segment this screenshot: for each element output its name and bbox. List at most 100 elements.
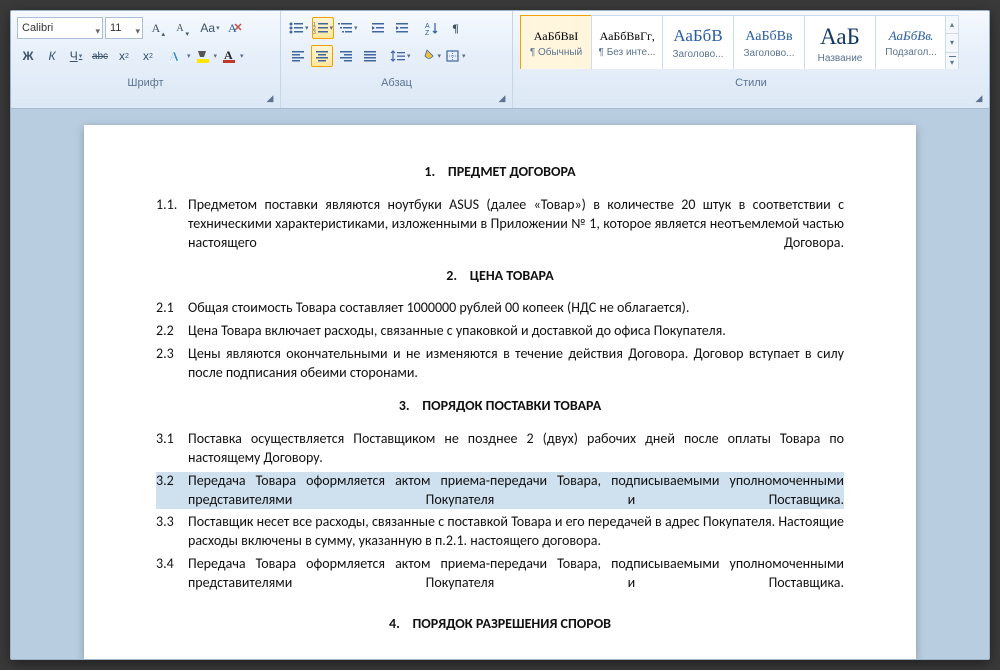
clause-3-3: 3.3Поставщик несет все расходы, связанны… [156,513,844,551]
italic-label: К [48,49,55,63]
align-center-button[interactable] [311,45,333,67]
font-size-combo[interactable]: 11 ▾ [105,17,143,39]
italic-button[interactable]: К [41,45,63,67]
font-name-value: Calibri [22,22,53,34]
clause-2-2: 2.2Цена Товара включает расходы, связанн… [156,322,844,341]
clause-num: 3.2 [156,472,188,510]
clause-text: Цены являются окончательными и не изменя… [188,345,844,383]
app-window: Calibri ▾ 11 ▾ A▴ A▾ Aa▾ A Ж К Ч▾ ab [10,10,990,660]
svg-text:A: A [425,23,430,30]
font-section-label: Шрифт [17,74,274,96]
gallery-more-button[interactable]: ▾ [946,53,958,70]
style-preview: АаБбВв. [889,28,933,44]
ribbon-section-paragraph: ▾ 123▾ ▾ AZ ¶ [281,11,513,108]
font-dialog-launcher[interactable]: ◢ [263,91,277,105]
change-case-button[interactable]: Aa▾ [199,17,221,39]
style-label: Название [818,53,863,64]
para-dialog-launcher[interactable]: ◢ [495,91,509,105]
show-marks-button[interactable]: ¶ [445,17,467,39]
style-label: Подзагол... [885,47,936,58]
underline-label: Ч [70,49,78,63]
clause-3-1: 3.1Поставка осуществляется Поставщиком н… [156,430,844,468]
clear-format-button[interactable]: A [223,17,245,39]
style-item-4[interactable]: АаБ Название [804,15,876,70]
clause-text: Общая стоимость Товара составляет 100000… [188,299,844,318]
clause-1-1: 1.1. Предметом поставки являются ноутбук… [156,196,844,253]
bold-button[interactable]: Ж [17,45,39,67]
strike-label: abc [92,51,108,62]
indent-button[interactable] [391,17,413,39]
align-right-button[interactable] [335,45,357,67]
heading-3: 3. ПОРЯДОК ПОСТАВКИ ТОВАРА [156,397,844,416]
chevron-down-icon: ▾ [135,21,140,41]
heading-text: ПРЕДМЕТ ДОГОВОРА [448,163,576,180]
text-effects-button[interactable]: A▾ [167,45,192,67]
chevron-down-icon: ▾ [95,21,100,41]
heading-num: 1. [424,163,435,180]
heading-text: ПОРЯДОК ПОСТАВКИ ТОВАРА [422,397,601,414]
style-label: Заголово... [673,49,724,60]
superscript-button[interactable]: x2 [137,45,159,67]
font-name-combo[interactable]: Calibri ▾ [17,17,103,39]
sort-button[interactable]: AZ [421,17,443,39]
clause-num: 3.4 [156,555,188,593]
svg-text:A: A [228,21,237,35]
clause-num: 2.2 [156,322,188,341]
clause-text: Поставщик несет все расходы, связанные с… [188,513,844,551]
ribbon-section-font: Calibri ▾ 11 ▾ A▴ A▾ Aa▾ A Ж К Ч▾ ab [11,11,281,108]
style-item-0[interactable]: АаБбВвІ¶ Обычный [520,15,592,70]
heading-num: 2. [446,267,457,284]
heading-4: 4. ПОРЯДОК РАЗРЕШЕНИЯ СПОРОВ [156,615,844,634]
style-item-3[interactable]: АаБбВвЗаголово... [733,15,805,70]
ribbon: Calibri ▾ 11 ▾ A▴ A▾ Aa▾ A Ж К Ч▾ ab [11,11,989,109]
document-area[interactable]: 1. ПРЕДМЕТ ДОГОВОРА 1.1. Предметом поста… [11,109,989,659]
align-justify-button[interactable] [359,45,381,67]
clause-text: Передача Товара оформляется актом приема… [188,472,844,510]
multilevel-button[interactable]: ▾ [336,17,359,39]
align-left-button[interactable] [287,45,309,67]
style-item-2[interactable]: АаБбВ Заголово... [662,15,734,70]
clause-num: 1.1. [156,196,188,253]
bold-label: Ж [23,49,34,63]
bullets-button[interactable]: ▾ [287,17,310,39]
clause-3-4: 3.4Передача Товара оформляется актом при… [156,555,844,593]
clause-text: Предметом поставки являются ноутбуки ASU… [188,196,844,253]
clause-text: Цена Товара включает расходы, связанные … [188,322,844,341]
change-case-label: Aa [200,21,215,35]
clause-3-2: 3.2Передача Товара оформляется актом при… [156,472,844,510]
svg-text:A: A [224,48,233,62]
shrink-font-button[interactable]: A▾ [169,17,191,39]
svg-text:Z: Z [425,30,430,35]
clause-num: 3.1 [156,430,188,468]
highlight-button[interactable]: ▾ [194,45,219,67]
style-preview: АаБбВв [745,27,792,45]
style-label: ¶ Обычный [530,47,582,58]
clause-num: 2.3 [156,345,188,383]
style-item-1[interactable]: АаБбВвГг,¶ Без инте... [591,15,663,70]
style-preview: АаБбВ [673,26,722,46]
style-preview: АаБ [820,23,860,50]
document-page[interactable]: 1. ПРЕДМЕТ ДОГОВОРА 1.1. Предметом поста… [84,125,916,659]
font-color-button[interactable]: A▾ [220,45,245,67]
styles-dialog-launcher[interactable]: ◢ [972,91,986,105]
underline-button[interactable]: Ч▾ [65,45,87,67]
shading-button[interactable]: ▾ [420,45,443,67]
clause-2-1: 2.1Общая стоимость Товара составляет 100… [156,299,844,318]
numbering-button[interactable]: 123▾ [312,17,335,39]
heading-1: 1. ПРЕДМЕТ ДОГОВОРА [156,163,844,182]
outdent-button[interactable] [367,17,389,39]
heading-num: 4. [389,615,400,632]
style-item-5[interactable]: АаБбВв. Подзагол... [875,15,947,70]
subscript-button[interactable]: x2 [113,45,135,67]
gallery-up-button[interactable]: ▴ [946,16,958,34]
line-spacing-button[interactable]: ▾ [389,45,412,67]
gallery-down-button[interactable]: ▾ [946,34,958,52]
grow-font-button[interactable]: A▴ [145,17,167,39]
style-label: ¶ Без инте... [599,47,656,58]
heading-num: 3. [399,397,410,414]
strike-button[interactable]: abc [89,45,111,67]
svg-text:3: 3 [313,30,316,35]
borders-button[interactable]: ▾ [444,45,467,67]
heading-2: 2. ЦЕНА ТОВАРА [156,267,844,286]
heading-text: ЦЕНА ТОВАРА [470,267,554,284]
